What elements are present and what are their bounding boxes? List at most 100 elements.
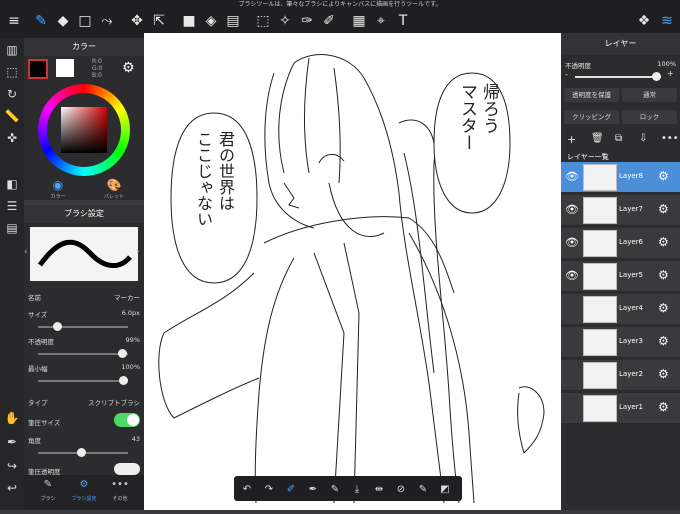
import-icon[interactable]: ⤓ xyxy=(348,480,366,498)
color-wheel-tab-icon[interactable]: ◉ xyxy=(30,178,86,192)
menu-icon[interactable]: ≡ xyxy=(3,10,25,32)
layer-row[interactable]: 👁 Layer8 ⚙ xyxy=(561,162,680,193)
minwidth-slider[interactable] xyxy=(38,376,128,385)
select-tool-icon[interactable]: ⬚ xyxy=(252,10,274,32)
transform-tool-icon[interactable]: ⇱ xyxy=(148,10,170,32)
main-color-swatch[interactable] xyxy=(28,59,48,79)
layer-row[interactable]: Layer3 ⚙ xyxy=(561,327,680,358)
visibility-eye-icon[interactable]: 👁 xyxy=(565,236,579,249)
brush-tool-icon[interactable]: ✎ xyxy=(30,10,52,32)
layer-row[interactable]: 👁 Layer7 ⚙ xyxy=(561,195,680,226)
layer-panel-icon[interactable]: ▤ xyxy=(2,218,22,238)
undo-icon[interactable]: ↩ xyxy=(2,478,22,498)
ruler-icon[interactable]: 📏 xyxy=(2,106,22,126)
color-settings-gear-icon[interactable]: ⚙ xyxy=(122,60,135,76)
fill-color-icon[interactable]: ■ xyxy=(178,10,200,32)
protect-alpha-button[interactable]: 透明度を保護 xyxy=(564,88,619,102)
screen-icon[interactable]: ◩ xyxy=(436,480,454,498)
redo-icon[interactable]: ↷ xyxy=(260,480,278,498)
brush-next-arrow-icon[interactable]: › xyxy=(136,247,140,257)
layer-settings-gear-icon[interactable]: ⚙ xyxy=(658,268,669,282)
layer-opacity-slider[interactable] xyxy=(575,72,661,81)
blend-mode-button[interactable]: 通常 xyxy=(622,88,677,102)
layer-settings-gear-icon[interactable]: ⚙ xyxy=(658,235,669,249)
layer-opacity-minus-icon[interactable]: - xyxy=(565,70,568,79)
brush-type-row[interactable]: タイプ スクリプトブラシ xyxy=(28,397,140,407)
brush-list-icon[interactable]: ☰ xyxy=(2,196,22,216)
layer-settings-gear-icon[interactable]: ⚙ xyxy=(658,334,669,348)
stabilizer-icon[interactable]: ✐ xyxy=(282,480,300,498)
layer-settings-gear-icon[interactable]: ⚙ xyxy=(658,301,669,315)
edit-icon[interactable]: ✎ xyxy=(414,480,432,498)
frame-divide-icon[interactable]: ▦ xyxy=(348,10,370,32)
layer-list: 👁 Layer8 ⚙ 👁 Layer7 ⚙ 👁 Layer6 ⚙ 👁 Layer5 ⚙ Layer4 ⚙ L… xyxy=(561,162,680,432)
select-pen-icon[interactable]: ✐ xyxy=(318,10,340,32)
bucket-tool-icon[interactable]: ◈ xyxy=(200,10,222,32)
layer-row[interactable]: 👁 Layer5 ⚙ xyxy=(561,261,680,292)
palette-tab-icon[interactable]: 🎨 xyxy=(86,178,142,192)
color-panel-icon[interactable]: ◧ xyxy=(2,174,22,194)
layer-row[interactable]: Layer4 ⚙ xyxy=(561,294,680,325)
snap-off-icon[interactable]: ⊘ xyxy=(392,480,410,498)
brush-prev-arrow-icon[interactable]: ‹ xyxy=(24,247,28,257)
sub-color-swatch[interactable] xyxy=(56,59,74,77)
material-icon[interactable]: ❖ xyxy=(633,10,655,32)
size-slider[interactable] xyxy=(38,322,128,331)
layer-row[interactable]: Layer1 ⚙ xyxy=(561,393,680,424)
eyedropper-icon[interactable]: ✒ xyxy=(2,432,22,452)
rotate-icon[interactable]: ↻ xyxy=(2,84,22,104)
flip-icon[interactable]: ⇹ xyxy=(370,480,388,498)
hand-icon[interactable]: ✋ xyxy=(2,408,22,428)
eyedropper-icon[interactable]: ✒ xyxy=(304,480,322,498)
layer-more-icon[interactable]: ••• xyxy=(661,133,679,144)
more-tab-icon[interactable]: ••• xyxy=(102,479,138,490)
layer-settings-gear-icon[interactable]: ⚙ xyxy=(658,202,669,216)
layer-settings-gear-icon[interactable]: ⚙ xyxy=(658,169,669,183)
curve-tool-icon[interactable]: ⤳ xyxy=(96,10,118,32)
angle-slider[interactable] xyxy=(38,448,128,457)
visibility-eye-icon[interactable]: 👁 xyxy=(565,203,579,216)
delete-layer-icon[interactable]: 🗑 xyxy=(591,133,604,144)
layer-thumbnail xyxy=(583,395,617,422)
layer-opacity-plus-icon[interactable]: + xyxy=(667,69,674,78)
redo-icon[interactable]: ↪ xyxy=(2,456,22,476)
opacity-slider[interactable] xyxy=(38,349,128,358)
rect-tool-icon[interactable]: □ xyxy=(74,10,96,32)
merge-layer-icon[interactable]: ⇩ xyxy=(639,133,647,144)
layers-icon[interactable]: ≋ xyxy=(656,10,678,32)
layer-settings-gear-icon[interactable]: ⚙ xyxy=(658,400,669,414)
layer-row[interactable]: Layer2 ⚙ xyxy=(561,360,680,391)
add-layer-icon[interactable]: + xyxy=(567,133,576,146)
drawing-canvas[interactable]: 帰ろう マスター 君の世界は ここじゃない xyxy=(144,33,562,510)
pen-icon[interactable]: ✎ xyxy=(326,480,344,498)
minwidth-slider-knob[interactable] xyxy=(119,376,128,385)
magic-wand-icon[interactable]: ✧ xyxy=(274,10,296,32)
gradient-tool-icon[interactable]: ▤ xyxy=(222,10,244,32)
lock-button[interactable]: ロック xyxy=(622,110,677,124)
opacity-slider-knob[interactable] xyxy=(118,349,128,358)
clipping-button[interactable]: クリッピング xyxy=(564,110,619,124)
pressure-size-toggle[interactable] xyxy=(114,413,140,427)
layer-settings-gear-icon[interactable]: ⚙ xyxy=(658,367,669,381)
snap-icon[interactable]: ✜ xyxy=(2,128,22,148)
pressure-opacity-toggle[interactable] xyxy=(114,463,140,475)
move-tool-icon[interactable]: ✥ xyxy=(126,10,148,32)
visibility-eye-icon[interactable]: 👁 xyxy=(565,170,579,183)
layer-row[interactable]: 👁 Layer6 ⚙ xyxy=(561,228,680,259)
brush-settings-tab-icon[interactable]: ⚙ xyxy=(66,479,102,490)
lasso-select-icon[interactable]: ✑ xyxy=(296,10,318,32)
duplicate-layer-icon[interactable]: ⧉ xyxy=(615,133,622,144)
angle-slider-knob[interactable] xyxy=(76,448,86,457)
visibility-eye-icon[interactable]: 👁 xyxy=(565,269,579,282)
layer-opacity-knob[interactable] xyxy=(652,72,661,81)
text-tool-icon[interactable]: T xyxy=(392,10,414,32)
brush-name-row[interactable]: 名前 マーカー xyxy=(28,292,140,302)
brush-tab-icon[interactable]: ✎ xyxy=(30,479,66,490)
operation-tool-icon[interactable]: ⌖ xyxy=(370,10,392,32)
eraser-tool-icon[interactable]: ◆ xyxy=(52,10,74,32)
select-off-icon[interactable]: ⬚ xyxy=(2,62,22,82)
size-slider-knob[interactable] xyxy=(52,322,62,331)
saturation-square[interactable] xyxy=(61,107,107,153)
undo-icon[interactable]: ↶ xyxy=(238,480,256,498)
pages-icon[interactable]: ▥ xyxy=(2,40,22,60)
